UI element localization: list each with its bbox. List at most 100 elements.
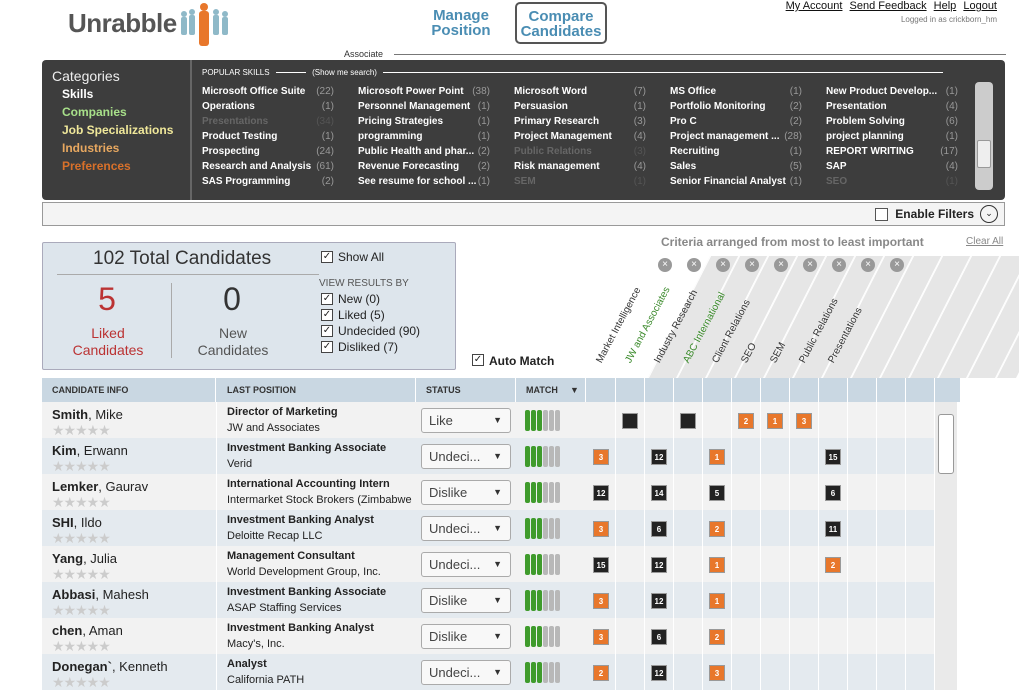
skill-item[interactable]: SAS Programming: [202, 176, 320, 187]
clear-all-link[interactable]: Clear All: [966, 236, 1003, 247]
candidate-first-name[interactable]: , Gaurav: [98, 479, 148, 494]
candidate-last-name[interactable]: SHI: [52, 515, 74, 530]
candidate-last-name[interactable]: Yang: [52, 551, 83, 566]
criteria-badge[interactable]: 15: [593, 557, 609, 573]
rating-stars[interactable]: ★★★★★: [52, 567, 111, 581]
skill-item[interactable]: Product Testing: [202, 131, 320, 142]
criteria-badge[interactable]: 12: [651, 593, 667, 609]
header-candidate-info[interactable]: CANDIDATE INFO: [52, 385, 128, 395]
skill-item[interactable]: Prospecting: [202, 146, 320, 157]
remove-criteria-icon[interactable]: ×: [687, 258, 701, 272]
auto-match-checkbox[interactable]: ✓: [472, 354, 484, 366]
skill-item[interactable]: Personnel Management: [358, 101, 476, 112]
criteria-badge[interactable]: 2: [709, 629, 725, 645]
status-dropdown[interactable]: Dislike ▼: [421, 588, 511, 613]
skill-item[interactable]: SEO: [826, 176, 944, 187]
remove-criteria-icon[interactable]: ×: [658, 258, 672, 272]
skill-item[interactable]: See resume for school ...: [358, 176, 476, 187]
candidate-name[interactable]: chen, Aman: [52, 623, 123, 638]
new-label[interactable]: New Candidates: [183, 325, 283, 359]
criteria-badge[interactable]: 15: [825, 449, 841, 465]
chevron-down-icon[interactable]: ⌄: [980, 205, 998, 223]
criteria-badge[interactable]: [680, 413, 696, 429]
criteria-badge[interactable]: 14: [651, 485, 667, 501]
skill-item[interactable]: Pricing Strategies: [358, 116, 476, 127]
skill-item[interactable]: Problem Solving: [826, 116, 944, 127]
rating-stars[interactable]: ★★★★★: [52, 639, 111, 653]
status-dropdown[interactable]: Undeci... ▼: [421, 516, 511, 541]
criteria-badge[interactable]: 12: [651, 557, 667, 573]
candidate-first-name[interactable]: , Mahesh: [95, 587, 148, 602]
category-preferences[interactable]: Preferences: [62, 159, 131, 173]
table-row[interactable]: chen, Aman ★★★★★ Investment Banking Analys…: [42, 618, 964, 654]
skill-item[interactable]: SAP: [826, 161, 944, 172]
criteria-badge[interactable]: 6: [651, 629, 667, 645]
status-dropdown[interactable]: Like ▼: [421, 408, 511, 433]
status-dropdown[interactable]: Undeci... ▼: [421, 660, 511, 685]
rating-stars[interactable]: ★★★★★: [52, 675, 111, 689]
header-last-position[interactable]: LAST POSITION: [227, 385, 296, 395]
remove-criteria-icon[interactable]: ×: [716, 258, 730, 272]
skill-item[interactable]: Senior Financial Analyst: [670, 176, 788, 187]
status-dropdown[interactable]: Undeci... ▼: [421, 552, 511, 577]
table-row[interactable]: SHI, Ildo ★★★★★ Investment Banking Analyst…: [42, 510, 964, 546]
criteria-badge[interactable]: 6: [825, 485, 841, 501]
skill-item[interactable]: Microsoft Power Point: [358, 86, 476, 97]
candidate-last-name[interactable]: Abbasi: [52, 587, 95, 602]
skill-item[interactable]: project planning: [826, 131, 944, 142]
candidate-first-name[interactable]: , Aman: [82, 623, 122, 638]
tab-manage-position[interactable]: Manage Position: [426, 8, 496, 38]
skill-item[interactable]: Operations: [202, 101, 320, 112]
candidate-last-name[interactable]: Kim: [52, 443, 77, 458]
enable-filters-checkbox[interactable]: [875, 208, 888, 221]
criteria-badge[interactable]: [622, 413, 638, 429]
criteria-badge[interactable]: 12: [593, 485, 609, 501]
header-status[interactable]: STATUS: [426, 385, 461, 395]
criteria-badge[interactable]: 3: [593, 521, 609, 537]
app-logo[interactable]: Unrabble: [68, 8, 177, 39]
rating-stars[interactable]: ★★★★★: [52, 423, 111, 437]
skill-item[interactable]: Pro C: [670, 116, 788, 127]
skill-item[interactable]: Revenue Forecasting: [358, 161, 476, 172]
candidate-last-name[interactable]: Smith: [52, 407, 88, 422]
candidate-last-name[interactable]: Donegan`: [52, 659, 112, 674]
candidate-first-name[interactable]: , Julia: [83, 551, 117, 566]
criteria-badge[interactable]: 2: [709, 521, 725, 537]
criteria-badge[interactable]: 3: [593, 593, 609, 609]
skill-item[interactable]: MS Office: [670, 86, 788, 97]
help-link[interactable]: Help: [934, 0, 957, 12]
skill-item[interactable]: SEM: [514, 176, 632, 187]
criteria-badge[interactable]: 5: [709, 485, 725, 501]
new-count[interactable]: 0: [221, 281, 243, 318]
remove-criteria-icon[interactable]: ×: [832, 258, 846, 272]
skill-item[interactable]: Microsoft Word: [514, 86, 632, 97]
category-industries[interactable]: Industries: [62, 141, 119, 155]
liked-count[interactable]: 5: [97, 281, 117, 318]
table-scrollbar[interactable]: [935, 402, 957, 690]
criteria-badge[interactable]: 11: [825, 521, 841, 537]
skill-item[interactable]: Portfolio Monitoring: [670, 101, 788, 112]
criteria-badge[interactable]: 6: [651, 521, 667, 537]
skills-scrollbar[interactable]: [975, 82, 993, 190]
rating-stars[interactable]: ★★★★★: [52, 603, 111, 617]
rating-stars[interactable]: ★★★★★: [52, 531, 111, 545]
rating-stars[interactable]: ★★★★★: [52, 459, 111, 473]
header-match[interactable]: MATCH: [526, 385, 558, 395]
remove-criteria-icon[interactable]: ×: [803, 258, 817, 272]
criteria-badge[interactable]: 3: [709, 665, 725, 681]
rating-stars[interactable]: ★★★★★: [52, 495, 111, 509]
criteria-badge[interactable]: 3: [796, 413, 812, 429]
show-search-link[interactable]: (Show me search): [312, 68, 377, 77]
send-feedback-link[interactable]: Send Feedback: [850, 0, 927, 12]
tab-compare-candidates[interactable]: Compare Candidates: [515, 2, 607, 44]
skill-item[interactable]: New Product Develop...: [826, 86, 944, 97]
skill-item[interactable]: Primary Research: [514, 116, 632, 127]
candidate-name[interactable]: Yang, Julia: [52, 551, 117, 566]
candidate-last-name[interactable]: chen: [52, 623, 82, 638]
liked-filter-checkbox[interactable]: ✓: [321, 309, 333, 321]
table-row[interactable]: Abbasi, Mahesh ★★★★★ Investment Banking As…: [42, 582, 964, 618]
status-dropdown[interactable]: Dislike ▼: [421, 480, 511, 505]
skill-item[interactable]: Project management ...: [670, 131, 788, 142]
criteria-badge[interactable]: 2: [593, 665, 609, 681]
candidate-first-name[interactable]: , Ildo: [74, 515, 102, 530]
